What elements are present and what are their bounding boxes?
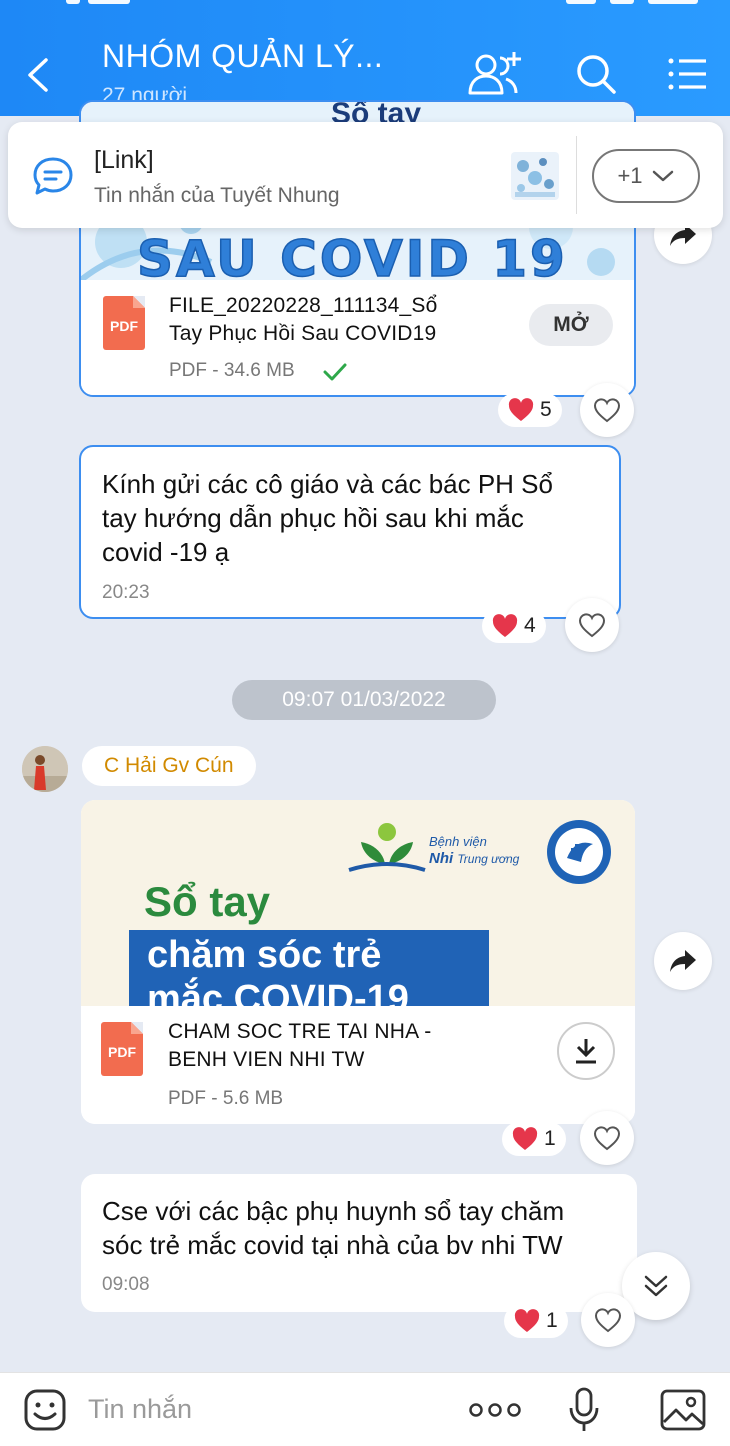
message-line: Kính gửi các cô giáo và các bác PH Sổ <box>102 469 553 499</box>
reaction-count[interactable]: 5 <box>498 393 562 427</box>
date-separator: 09:07 01/03/2022 <box>232 680 496 720</box>
more-pinned-button[interactable]: +1 <box>592 149 700 203</box>
menu-icon <box>668 58 706 90</box>
message-line: Cse với các bậc phụ huynh sổ tay chăm <box>102 1196 565 1226</box>
mic-icon <box>569 1387 599 1431</box>
add-member-button[interactable] <box>464 44 524 104</box>
preview-banner-text: SAU COVID 19 <box>136 229 568 280</box>
preview-top-text: Sổ tay <box>331 102 422 124</box>
image-icon <box>660 1389 706 1431</box>
file-name-line1: FILE_20220228_111134_Sổ <box>169 294 438 317</box>
file-meta: PDF - 34.6 MB <box>169 360 295 381</box>
back-button[interactable] <box>18 50 62 100</box>
reaction-count[interactable]: 1 <box>502 1122 566 1156</box>
message-line: tay hướng dẫn phục hồi sau khi mắc <box>102 503 524 533</box>
preview-banner: chăm sóc trẻ mắc COVID-19 <box>129 930 489 1006</box>
preview-title: Sổ tay <box>144 878 271 925</box>
preview-banner-line1: chăm sóc trẻ <box>147 934 382 976</box>
group-title[interactable]: NHÓM QUẢN LÝ... <box>102 38 383 75</box>
preview-banner-line2: mắc COVID-19 <box>147 978 409 1006</box>
pinned-message-bar[interactable]: [Link] Tin nhắn của Tuyết Nhung +1 <box>8 122 723 228</box>
search-icon <box>577 55 616 94</box>
hospital-name-line1: Bệnh viện <box>429 834 487 849</box>
heart-outline-icon <box>593 398 621 423</box>
pdf-file-icon: PDF <box>103 296 145 350</box>
chat-header: NHÓM QUẢN LÝ... 27 người <box>0 0 730 116</box>
pinned-thumbnail <box>511 152 559 200</box>
heart-outline-icon <box>593 1126 621 1151</box>
message-line: sóc trẻ mắc covid tại nhà của bv nhi TW <box>102 1230 563 1260</box>
sticker-button[interactable] <box>20 1385 70 1435</box>
message-input[interactable] <box>88 1389 428 1429</box>
download-button[interactable] <box>557 1022 615 1080</box>
more-icon <box>469 1403 521 1417</box>
pinned-label: [Link] <box>94 146 154 174</box>
text-message-bubble[interactable]: Cse với các bậc phụ huynh sổ tay chăm só… <box>81 1174 637 1312</box>
heart-outline-icon <box>578 613 606 638</box>
image-button[interactable] <box>656 1385 710 1435</box>
file-preview-image: Bệnh viện Nhi Trung ương Sổ tay chăm sóc… <box>81 800 635 1006</box>
file-name-line2: Tay Phục Hồi Sau COVID19 <box>169 322 437 345</box>
share-button[interactable] <box>654 932 712 990</box>
hospital-logo-icon <box>348 823 426 872</box>
download-icon <box>576 1039 596 1064</box>
reaction-count[interactable]: 1 <box>504 1304 568 1338</box>
file-name-line1: CHAM SOC TRE TAI NHA - <box>168 1020 432 1043</box>
status-bar <box>0 0 730 8</box>
scroll-down-icon <box>644 1275 668 1297</box>
hospital-name-line2: Nhi Trung ương <box>429 850 520 867</box>
divider <box>576 136 577 214</box>
more-options-button[interactable] <box>466 1385 524 1435</box>
message-line: covid -19 ạ <box>102 537 230 567</box>
react-button[interactable] <box>580 383 634 437</box>
heart-icon <box>508 398 534 421</box>
file-meta: PDF - 5.6 MB <box>168 1088 284 1109</box>
sender-name[interactable]: C Hải Gv Cún <box>82 746 256 786</box>
heart-icon <box>512 1127 538 1150</box>
search-button[interactable] <box>566 44 626 104</box>
voice-button[interactable] <box>562 1385 606 1435</box>
back-icon <box>28 58 48 92</box>
pinned-sender: Tin nhắn của Tuyết Nhung <box>94 184 340 207</box>
message-time: 09:08 <box>102 1274 150 1295</box>
text-message-bubble[interactable]: Kính gửi các cô giáo và các bác PH Sổ ta… <box>79 445 621 619</box>
pdf-file-icon: PDF <box>101 1022 143 1076</box>
open-file-button[interactable]: MỞ <box>529 304 613 346</box>
react-button[interactable] <box>581 1293 635 1347</box>
reaction-count[interactable]: 4 <box>482 609 546 643</box>
association-logo-icon <box>547 820 611 884</box>
message-time: 20:23 <box>102 582 150 603</box>
add-member-icon <box>468 52 521 95</box>
chat-bubble-icon <box>33 157 73 195</box>
heart-icon <box>514 1309 540 1332</box>
heart-outline-icon <box>594 1308 622 1333</box>
menu-button[interactable] <box>658 44 718 104</box>
sticker-icon <box>24 1389 66 1431</box>
heart-icon <box>492 614 518 637</box>
message-composer <box>0 1372 730 1446</box>
react-button[interactable] <box>565 598 619 652</box>
file-name-line2: BENH VIEN NHI TW <box>168 1048 365 1071</box>
check-icon <box>323 363 347 381</box>
chevron-down-icon <box>652 170 673 182</box>
share-icon <box>670 950 696 972</box>
avatar[interactable] <box>22 746 68 792</box>
react-button[interactable] <box>580 1111 634 1165</box>
file-message-card[interactable]: Bệnh viện Nhi Trung ương Sổ tay chăm sóc… <box>81 800 635 1124</box>
